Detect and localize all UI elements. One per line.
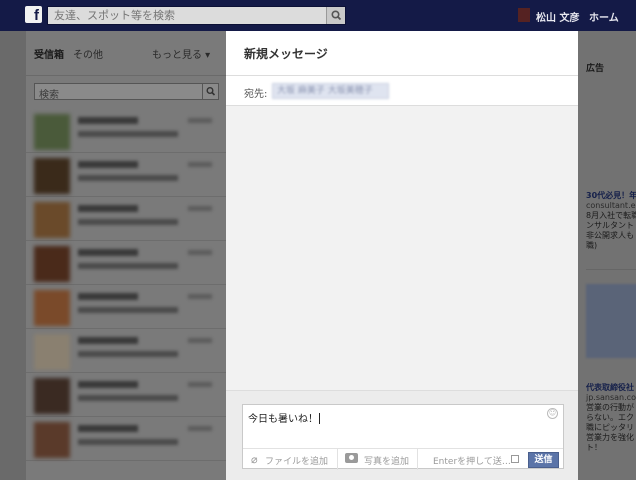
ads-column: 広告 30代必見！年 consultant.en 8月入社で転職 ンサルタント … xyxy=(578,31,636,480)
ad-headline[interactable]: 代表取締役社 xyxy=(586,382,634,393)
avatar xyxy=(34,114,70,150)
recipient-token[interactable]: 大坂 麻美子 大坂美穂子 xyxy=(272,83,389,99)
message-time xyxy=(188,426,212,431)
avatar xyxy=(34,422,70,458)
tab-inbox[interactable]: 受信箱 xyxy=(34,46,64,61)
list-item[interactable] xyxy=(26,373,226,417)
contact-name xyxy=(78,117,138,124)
to-label: 宛先: xyxy=(244,89,268,100)
tab-more-dropdown[interactable]: もっと見る ▾ xyxy=(152,46,210,61)
avatar xyxy=(34,158,70,194)
paperclip-icon: ⌀ xyxy=(251,453,258,466)
divider xyxy=(586,269,636,270)
avatar xyxy=(34,202,70,238)
contact-name xyxy=(78,337,138,344)
home-link[interactable]: ホーム xyxy=(589,9,619,24)
compose-area: 今日も暑いね！ ☺ ⌀ ファイルを追加 写真を追加 Enterを押して送… 送信 xyxy=(226,390,578,480)
message-time xyxy=(188,206,212,211)
search-icon xyxy=(206,87,216,96)
search-icon xyxy=(331,10,342,21)
add-file-button[interactable]: ファイルを追加 xyxy=(265,454,328,467)
divider xyxy=(417,449,418,470)
enter-to-send-checkbox[interactable] xyxy=(511,455,519,463)
global-search-input[interactable] xyxy=(48,7,326,24)
ad-url[interactable]: jp.sansan.com xyxy=(586,393,636,402)
smiley-icon[interactable]: ☺ xyxy=(547,408,558,419)
message-snippet xyxy=(78,351,178,357)
recipient-row: 宛先: 大坂 麻美子 大坂美穂子 xyxy=(226,76,578,106)
message-snippet xyxy=(78,439,178,445)
page-margin xyxy=(0,31,26,480)
messages-sidebar: 受信箱 その他 もっと見る ▾ 検索 xyxy=(26,31,226,480)
dialog-title: 新規メッセージ xyxy=(244,47,328,61)
ad-body: 営業の行動が らない。エク 職にピッタリ 営業力を強化 ト！ xyxy=(586,403,634,452)
message-snippet xyxy=(78,131,178,137)
message-time xyxy=(188,382,212,387)
contact-name xyxy=(78,425,138,432)
ad-body: 8月入社で転職 ンサルタント 非公開求人も 職) xyxy=(586,211,636,250)
ad-image[interactable] xyxy=(586,284,636,358)
avatar xyxy=(34,246,70,282)
new-message-dialog: 新規メッセージ 宛先: 大坂 麻美子 大坂美穂子 今日も暑いね！ ☺ ⌀ ファイ… xyxy=(226,31,578,480)
profile-name-link[interactable]: 松山 文彦 xyxy=(536,9,579,24)
add-photo-button[interactable]: 写真を追加 xyxy=(364,454,409,467)
search-button[interactable] xyxy=(326,7,345,24)
dialog-header: 新規メッセージ xyxy=(226,31,578,76)
send-button[interactable]: 送信 xyxy=(528,452,559,468)
text-caret xyxy=(319,413,320,424)
message-text: 今日も暑いね！ xyxy=(248,413,320,425)
camera-icon xyxy=(345,453,358,463)
message-search-button[interactable] xyxy=(202,84,218,99)
contact-name xyxy=(78,249,138,256)
contact-name xyxy=(78,293,138,300)
list-item[interactable] xyxy=(26,241,226,285)
message-time xyxy=(188,338,212,343)
divider xyxy=(337,449,338,470)
message-snippet xyxy=(78,263,178,269)
list-item[interactable] xyxy=(26,153,226,197)
message-search-placeholder: 検索 xyxy=(39,90,59,101)
avatar xyxy=(34,378,70,414)
list-item[interactable] xyxy=(26,329,226,373)
conversation-list xyxy=(26,109,226,461)
message-time xyxy=(188,250,212,255)
message-time xyxy=(188,162,212,167)
contact-name xyxy=(78,161,138,168)
ad-headline[interactable]: 30代必見！年 xyxy=(586,190,636,201)
profile-avatar[interactable] xyxy=(518,8,530,22)
list-item[interactable] xyxy=(26,417,226,461)
tab-other[interactable]: その他 xyxy=(73,46,103,61)
inbox-tabs: 受信箱 その他 もっと見る ▾ xyxy=(26,31,226,76)
ad-url[interactable]: consultant.en xyxy=(586,201,636,210)
list-item[interactable] xyxy=(26,197,226,241)
message-snippet xyxy=(78,175,178,181)
avatar xyxy=(34,334,70,370)
message-snippet xyxy=(78,395,178,401)
message-textarea[interactable]: 今日も暑いね！ ☺ ⌀ ファイルを追加 写真を追加 Enterを押して送… 送信 xyxy=(242,404,564,470)
contact-name xyxy=(78,381,138,388)
message-snippet xyxy=(78,307,178,313)
message-snippet xyxy=(78,219,178,225)
list-item[interactable] xyxy=(26,109,226,153)
compose-toolbar: ⌀ ファイルを追加 写真を追加 Enterを押して送… 送信 xyxy=(243,448,563,470)
enter-to-send-label: Enterを押して送… xyxy=(433,457,511,467)
contact-name xyxy=(78,205,138,212)
message-search-input[interactable]: 検索 xyxy=(34,83,219,101)
list-item[interactable] xyxy=(26,285,226,329)
message-time xyxy=(188,118,212,123)
facebook-logo-icon[interactable]: f xyxy=(25,6,42,23)
ads-heading: 広告 xyxy=(586,64,605,74)
avatar xyxy=(34,290,70,326)
global-search[interactable] xyxy=(47,6,346,25)
message-time xyxy=(188,294,212,299)
top-nav-bar: f 松山 文彦 ホーム xyxy=(0,0,636,31)
